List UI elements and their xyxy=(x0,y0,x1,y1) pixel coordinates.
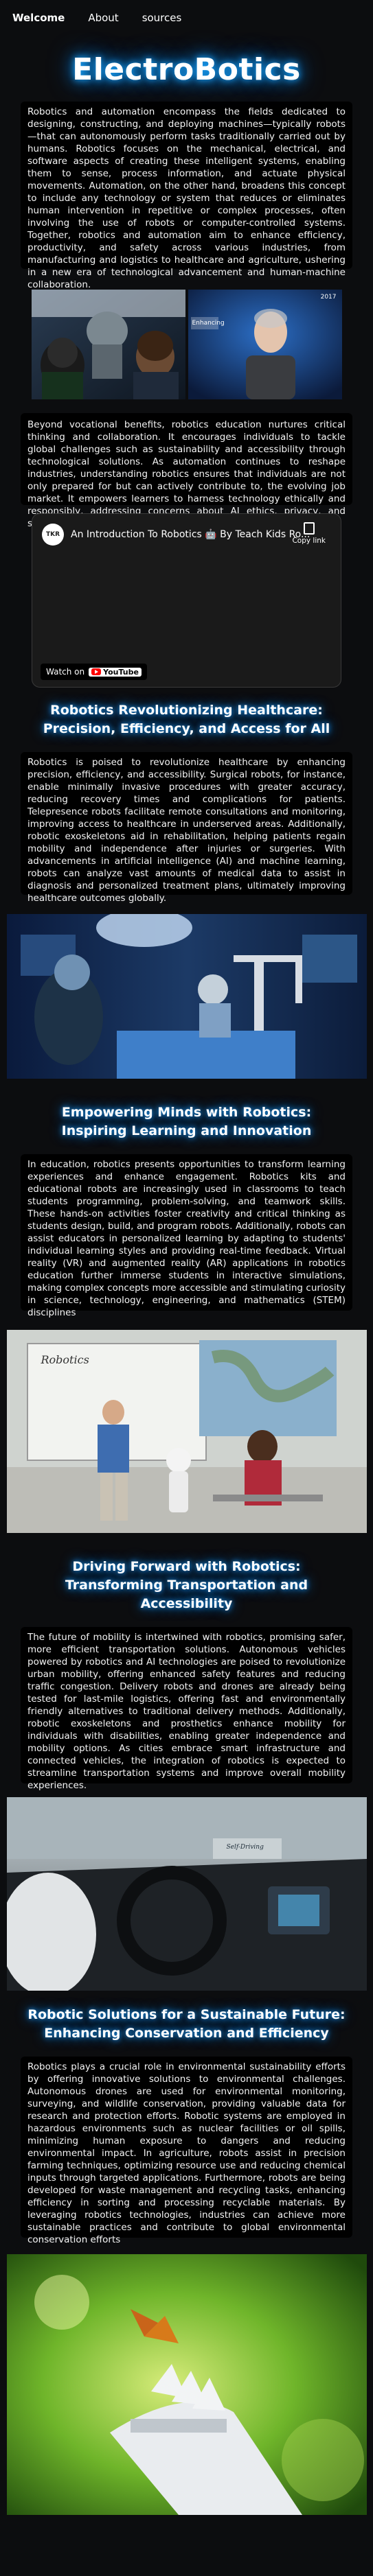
youtube-play-icon xyxy=(91,668,102,675)
youtube-label: YouTube xyxy=(103,667,139,677)
nav-sources[interactable]: sources xyxy=(142,12,182,24)
site-title: ElectroBotics xyxy=(72,52,301,87)
youtube-video-embed[interactable]: TKR An Introduction To Robotics 🤖 By Tea… xyxy=(32,513,341,688)
car-screen-text: Self-Driving xyxy=(226,1844,264,1851)
humanoid-robot-photo: Enhancing 2017 xyxy=(188,290,342,399)
whiteboard-text: Robotics xyxy=(41,1353,89,1366)
watch-on-youtube-button[interactable]: Watch on YouTube xyxy=(41,664,147,680)
sustainability-paragraph: Robotics plays a crucial role in environ… xyxy=(21,2057,352,2245)
hero-right-caption: Enhancing xyxy=(192,320,225,327)
education-paragraph: Beyond vocational benefits, robotics edu… xyxy=(21,413,352,529)
education-learning-paragraph: In education, robotics presents opportun… xyxy=(21,1154,352,1318)
sustainability-heading: Robotic Solutions for a Sustainable Futu… xyxy=(27,2007,346,2041)
nav-about[interactable]: About xyxy=(88,12,118,24)
youtube-logo: YouTube xyxy=(89,667,142,677)
healthcare-heading: Robotics Revolutionizing Healthcare: Pre… xyxy=(43,703,330,736)
transport-heading: Driving Forward with Robotics: Transform… xyxy=(65,1559,308,1611)
copy-link-button[interactable]: Copy link xyxy=(292,522,326,545)
kids-robot-photo xyxy=(31,290,185,399)
top-nav: Welcome About sources xyxy=(0,0,373,36)
hero-right-year: 2017 xyxy=(320,294,337,301)
video-title[interactable]: An Introduction To Robotics 🤖 By Teach K… xyxy=(71,529,310,540)
surgical-robot-photo xyxy=(6,914,367,1079)
classroom-robot-photo: Robotics xyxy=(6,1330,367,1533)
transport-paragraph: The future of mobility is intertwined wi… xyxy=(21,1627,352,1791)
nav-welcome[interactable]: Welcome xyxy=(12,12,65,24)
healthcare-paragraph: Robotics is poised to revolutionize heal… xyxy=(21,752,352,904)
education-heading: Empowering Minds with Robotics: Inspirin… xyxy=(61,1105,312,1138)
copy-icon xyxy=(303,522,315,535)
channel-avatar[interactable]: TKR xyxy=(42,524,64,546)
intro-paragraph: Robotics and automation encompass the fi… xyxy=(21,102,352,290)
copy-link-label: Copy link xyxy=(292,537,326,545)
hero-image-row: Enhancing 2017 xyxy=(0,290,373,399)
autonomous-car-interior-photo: Self-Driving xyxy=(6,1797,367,1991)
watch-on-label: Watch on xyxy=(46,667,85,677)
robot-hand-butterfly-photo xyxy=(6,2254,367,2515)
